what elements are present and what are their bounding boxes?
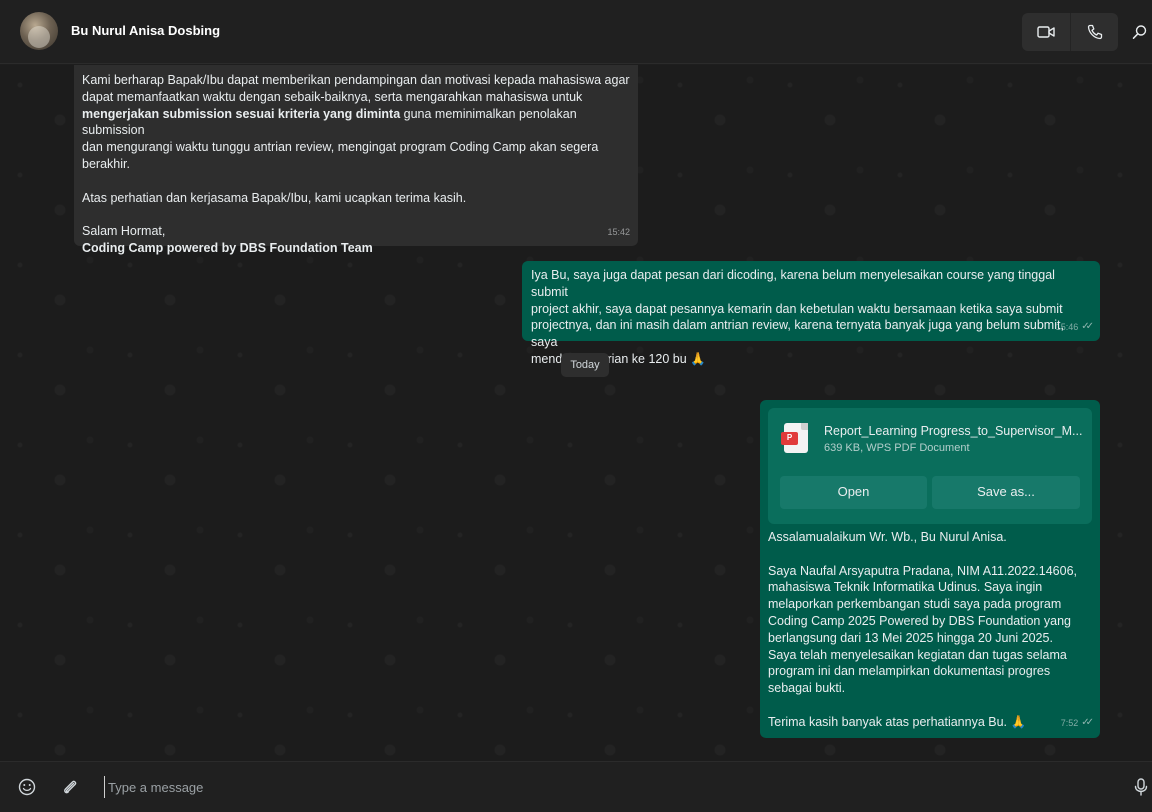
line-gap <box>82 173 630 190</box>
message-line: sebagai bukti. <box>768 681 846 696</box>
attach-icon <box>64 780 77 794</box>
search-icon <box>1132 25 1147 39</box>
message-line: berlangsung dari 13 Mei 2025 hingga 20 J… <box>768 630 1053 645</box>
message-bold-text: mengerjakan submission sesuai kriteria y… <box>82 106 401 121</box>
chat-header: Bu Nurul Anisa Dosbing <box>0 0 1152 64</box>
save-as-button[interactable]: Save as... <box>932 476 1080 509</box>
microphone-icon <box>1134 778 1148 796</box>
chat-area[interactable]: Kami berharap Bapak/Ibu dapat memberikan… <box>0 65 1152 761</box>
pdf-file-icon: P <box>781 423 808 453</box>
call-button-group <box>1022 13 1118 51</box>
message-time: 15:46 ✓✓ <box>1055 319 1094 336</box>
message-line: Terima kasih banyak atas perhatiannya Bu… <box>768 714 1027 729</box>
outgoing-document-message[interactable]: P Report_Learning Progress_to_Supervisor… <box>760 400 1100 738</box>
video-call-icon <box>1037 26 1055 38</box>
contact-name[interactable]: Bu Nurul Anisa Dosbing <box>71 23 220 38</box>
message-line: mahasiswa Teknik Informatika Udinus. Say… <box>768 580 1043 595</box>
search-button[interactable] <box>1130 22 1150 42</box>
line-gap <box>768 546 1092 563</box>
date-separator: Today <box>561 353 609 377</box>
message-line: berakhir. <box>82 156 130 171</box>
avatar[interactable] <box>20 12 58 50</box>
message-line: Salam Hormat, <box>82 224 166 239</box>
line-gap <box>82 206 630 223</box>
message-line: dapat memanfaatkan waktu dengan sebaik-b… <box>82 89 583 104</box>
read-receipt-icon: ✓✓ <box>1081 321 1094 333</box>
message-line: project akhir, saya dapat pesannya kemar… <box>531 301 1063 316</box>
attach-button[interactable] <box>60 777 80 797</box>
message-line: Assalamualaikum Wr. Wb., Bu Nurul Anisa. <box>768 530 1007 544</box>
message-line: mendapat antrian ke 120 bu 🙏 <box>531 351 706 366</box>
voice-message-button[interactable] <box>1131 777 1151 797</box>
message-line: Saya Naufal Arsyaputra Pradana, NIM A11.… <box>768 563 1077 578</box>
message-line: Coding Camp powered by DBS Foundation Te… <box>82 240 630 257</box>
time-text: 15:46 <box>1055 322 1079 333</box>
message-text-block: Assalamualaikum Wr. Wb., Bu Nurul Anisa.… <box>768 529 1092 731</box>
line-gap <box>768 697 1092 714</box>
message-line: Coding Camp 2025 Powered by DBS Foundati… <box>768 613 1071 628</box>
message-time: 15:42 <box>607 224 630 241</box>
message-line: mengerjakan submission sesuai kriteria y… <box>82 106 630 140</box>
document-card[interactable]: P Report_Learning Progress_to_Supervisor… <box>768 408 1092 524</box>
message-line: Atas perhatian dan kerjasama Bapak/Ibu, … <box>82 190 467 205</box>
document-name: Report_Learning Progress_to_Supervisor_M… <box>824 424 1083 438</box>
voice-call-icon <box>1087 24 1102 40</box>
message-line: Iya Bu, saya juga dapat pesan dari dicod… <box>531 268 1055 299</box>
message-time: 7:52 ✓✓ <box>1060 715 1094 732</box>
incoming-message[interactable]: Kami berharap Bapak/Ibu dapat memberikan… <box>74 65 638 255</box>
emoji-icon <box>18 778 36 796</box>
message-line: melaporkan perkembangan studi saya pada … <box>768 597 1062 612</box>
message-composer <box>0 761 1152 812</box>
video-call-button[interactable] <box>1022 13 1070 51</box>
emoji-button[interactable] <box>17 777 37 797</box>
open-button[interactable]: Open <box>780 476 927 509</box>
message-line: dan mengurangi waktu tunggu antrian revi… <box>82 140 599 155</box>
message-input[interactable] <box>104 776 1114 798</box>
message-line: Kami berharap Bapak/Ibu dapat memberikan… <box>82 73 630 87</box>
message-line: Saya telah menyelesaikan kegiatan dan tu… <box>768 647 1067 662</box>
outgoing-message[interactable]: Iya Bu, saya juga dapat pesan dari dicod… <box>522 261 1100 366</box>
message-bold-text: Coding Camp powered by DBS Foundation Te… <box>82 240 373 255</box>
whatsapp-window: Bu Nurul Anisa Dosbing Kami berharap Bap… <box>0 0 1152 812</box>
time-text: 7:52 <box>1060 718 1079 729</box>
time-text: 15:42 <box>607 227 630 238</box>
message-line: projectnya, dan ini masih dalam antrian … <box>531 318 1064 350</box>
read-receipt-icon: ✓✓ <box>1081 717 1094 729</box>
message-line: program ini dan melampirkan dokumentasi … <box>768 664 1051 679</box>
document-meta: 639 KB, WPS PDF Document <box>824 442 970 454</box>
voice-call-button[interactable] <box>1070 13 1118 51</box>
